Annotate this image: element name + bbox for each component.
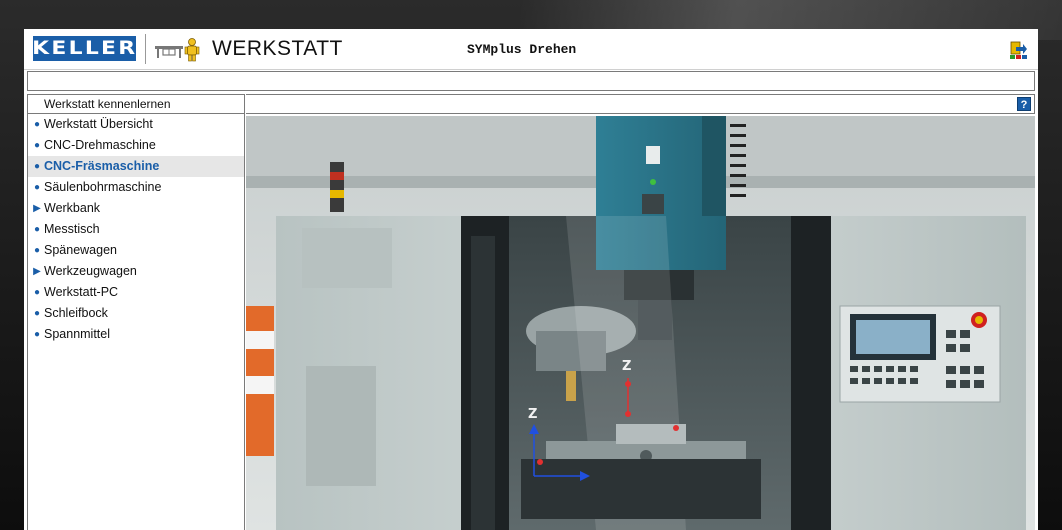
sidebar-item-schleifbock[interactable]: ● Schleifbock bbox=[28, 303, 244, 324]
bullet-icon: ● bbox=[33, 245, 41, 256]
sidebar-nav: ● Werkstatt Übersicht ● CNC-Drehmaschine ●… bbox=[28, 114, 244, 345]
bullet-icon: ● bbox=[33, 287, 41, 298]
toolbar-strip bbox=[27, 71, 1035, 91]
app-title: WERKSTATT bbox=[212, 37, 343, 60]
sidebar-item-label: Werkzeugwagen bbox=[44, 264, 137, 278]
bullet-icon: ● bbox=[33, 224, 41, 235]
logo-text: KELLER bbox=[31, 37, 138, 59]
sidebar-item-label: Spannmittel bbox=[44, 327, 111, 341]
sidebar-item-spannmittel[interactable]: ● Spannmittel bbox=[28, 324, 244, 345]
axis-label-z-spindle: Z bbox=[622, 359, 631, 374]
sidebar-item-label: Spänewagen bbox=[44, 243, 117, 257]
sidebar-item-label: Werkstatt Übersicht bbox=[44, 117, 153, 131]
sidebar-item-cnc-drehmaschine[interactable]: ● CNC-Drehmaschine bbox=[28, 135, 244, 156]
sidebar-item-cnc-fraesmaschine[interactable]: ● CNC-Fräsmaschine bbox=[28, 156, 244, 177]
axis-label-z-table: Z bbox=[528, 407, 537, 422]
sidebar-item-label: Werkbank bbox=[44, 201, 101, 215]
bullet-icon: ● bbox=[33, 329, 41, 340]
content-header: ? bbox=[246, 94, 1035, 114]
expand-arrow-icon: ▶ bbox=[33, 203, 41, 214]
header-bar: KELLER WERKSTATT SYMplus Drehen bbox=[24, 29, 1038, 70]
sidebar-heading: Werkstatt kennenlernen bbox=[28, 94, 244, 114]
sidebar-item-werkstatt-uebersicht[interactable]: ● Werkstatt Übersicht bbox=[28, 114, 244, 135]
worker-icon bbox=[184, 38, 200, 62]
cnc-milling-machine-illustration: Z Z bbox=[246, 116, 1035, 530]
sidebar-item-label: Messtisch bbox=[44, 222, 100, 236]
sidebar-item-label: CNC-Fräsmaschine bbox=[44, 159, 160, 173]
sidebar-item-label: Schleifbock bbox=[44, 306, 108, 320]
sidebar-item-label: CNC-Drehmaschine bbox=[44, 138, 156, 152]
machine-3d-view[interactable]: Z Z bbox=[246, 116, 1035, 530]
sidebar-item-werkstatt-pc[interactable]: ● Werkstatt-PC bbox=[28, 282, 244, 303]
sidebar-item-werkbank[interactable]: ▶ Werkbank bbox=[28, 198, 244, 219]
keller-logo: KELLER bbox=[31, 36, 138, 61]
bullet-icon: ● bbox=[33, 182, 41, 193]
sidebar-item-saeulenbohrmaschine[interactable]: ● Säulenbohrmaschine bbox=[28, 177, 244, 198]
bullet-icon: ● bbox=[33, 161, 41, 172]
exit-icon[interactable] bbox=[1008, 40, 1028, 60]
sidebar: Werkstatt kennenlernen ● Werkstatt Übersi… bbox=[27, 94, 245, 530]
content-pane: ? Z Z bbox=[246, 94, 1035, 530]
workbench-icon bbox=[155, 46, 183, 58]
bullet-icon: ● bbox=[33, 119, 41, 130]
sidebar-item-werkzeugwagen[interactable]: ▶ Werkzeugwagen bbox=[28, 261, 244, 282]
help-button[interactable]: ? bbox=[1017, 97, 1031, 111]
sidebar-item-spaenewagen[interactable]: ● Spänewagen bbox=[28, 240, 244, 261]
header-divider bbox=[145, 34, 146, 64]
bullet-icon: ● bbox=[33, 140, 41, 151]
sidebar-item-messtisch[interactable]: ● Messtisch bbox=[28, 219, 244, 240]
bullet-icon: ● bbox=[33, 308, 41, 319]
sidebar-item-label: Werkstatt-PC bbox=[44, 285, 119, 299]
sidebar-item-label: Säulenbohrmaschine bbox=[44, 180, 162, 194]
expand-arrow-icon: ▶ bbox=[33, 266, 41, 277]
app-subtitle: SYMplus Drehen bbox=[467, 42, 577, 57]
app-window: KELLER WERKSTATT SYMplus Drehen Werkstat… bbox=[24, 29, 1038, 530]
